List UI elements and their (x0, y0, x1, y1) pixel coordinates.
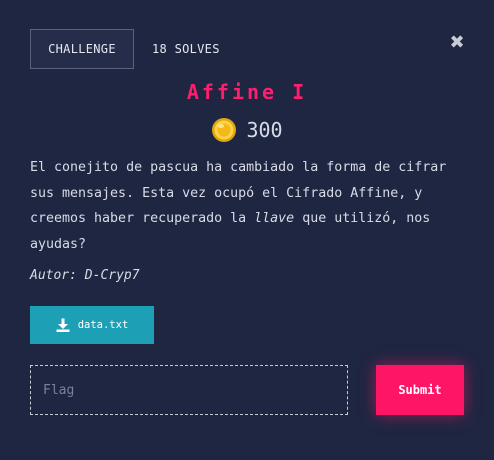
tab-challenge-label: CHALLENGE (48, 42, 116, 56)
close-icon[interactable]: ✖ (448, 34, 466, 52)
download-icon (56, 318, 70, 332)
tab-solves[interactable]: 18 SOLVES (152, 29, 220, 69)
challenge-modal: CHALLENGE 18 SOLVES ✖ Affine I 300 El co… (0, 0, 494, 460)
challenge-description: El conejito de pascua ha cambiado la for… (30, 155, 470, 257)
submit-button[interactable]: Submit (376, 365, 464, 415)
download-file-label: data.txt (77, 319, 129, 331)
tab-solves-label: 18 SOLVES (152, 42, 220, 56)
coin-icon (212, 118, 237, 142)
challenge-author: Autor: D-Cryp7 (30, 268, 140, 283)
points-value: 300 (246, 118, 283, 142)
download-file-button[interactable]: data.txt (30, 306, 154, 344)
challenge-title: Affine I (186, 80, 308, 104)
description-emphasis: llave (254, 211, 295, 226)
points-row: 300 (0, 117, 494, 143)
flag-input[interactable] (30, 365, 348, 415)
tab-challenge[interactable]: CHALLENGE (30, 29, 134, 69)
